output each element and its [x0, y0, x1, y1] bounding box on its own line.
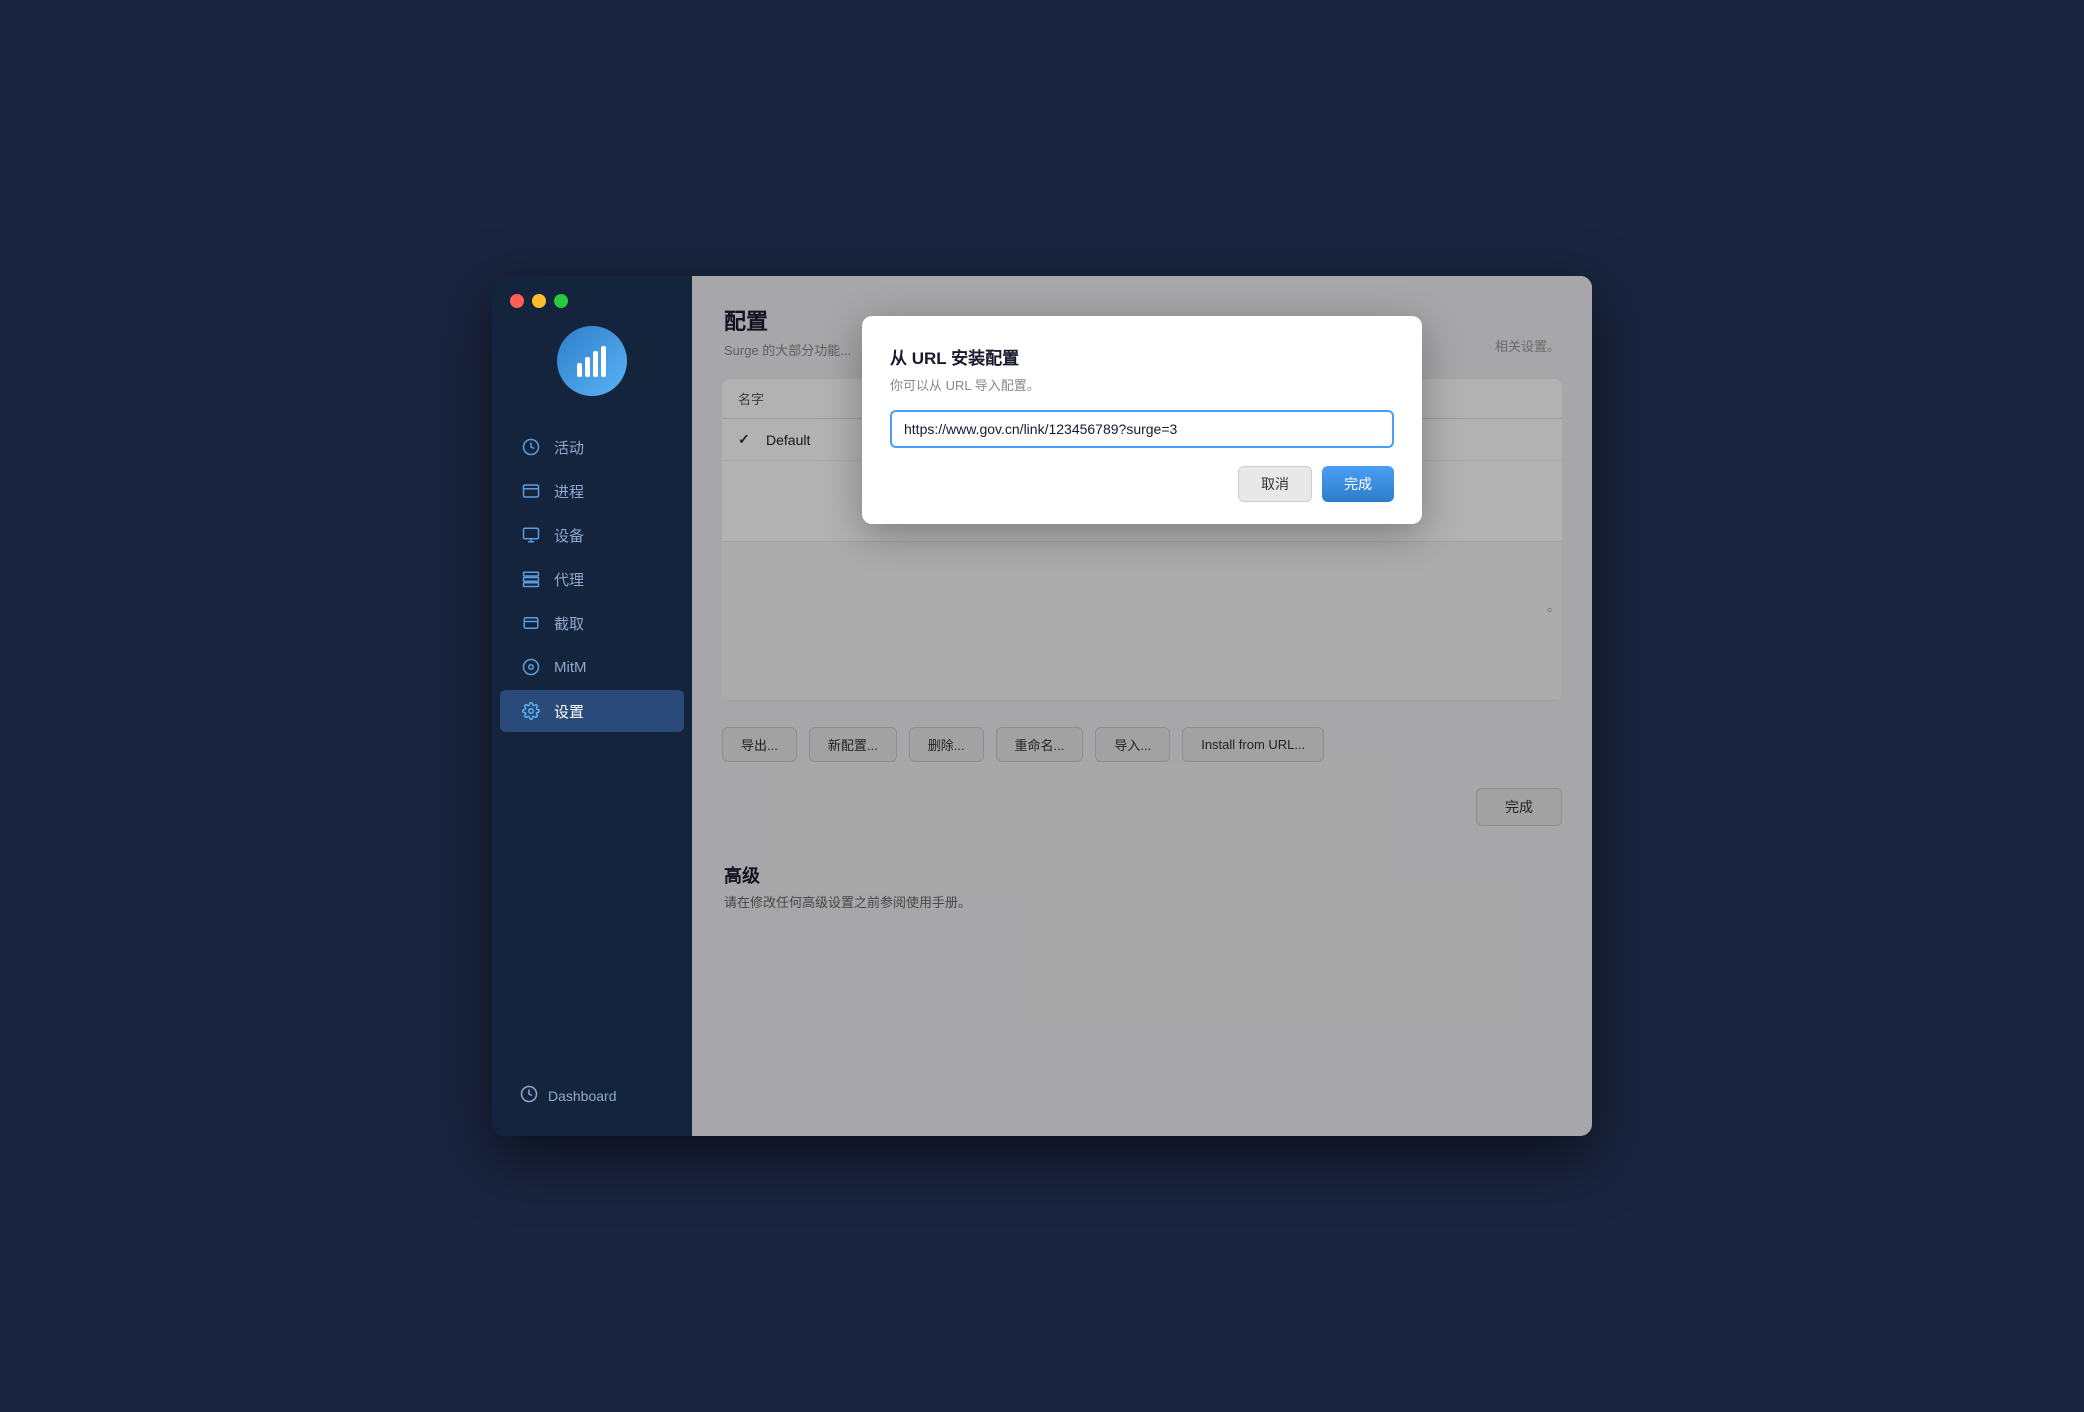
modal-backdrop: 从 URL 安装配置 你可以从 URL 导入配置。 取消 完成 — [692, 276, 1592, 1136]
sidebar-item-settings-label: 设置 — [554, 701, 584, 722]
maximize-button[interactable] — [554, 294, 568, 308]
modal-confirm-button[interactable]: 完成 — [1322, 466, 1394, 502]
sidebar-item-activity[interactable]: 活动 — [500, 426, 684, 468]
sidebar-item-proxy-label: 代理 — [554, 569, 584, 590]
sidebar-item-mitm[interactable]: MitM — [500, 646, 684, 688]
dashboard-item[interactable]: Dashboard — [500, 1075, 684, 1116]
sidebar-item-process[interactable]: 进程 — [500, 470, 684, 512]
nav-bottom: Dashboard — [492, 1075, 692, 1116]
minimize-button[interactable] — [532, 294, 546, 308]
app-window: 活动 进程 设备 — [492, 276, 1592, 1136]
traffic-lights — [510, 294, 568, 308]
window-icon — [520, 480, 542, 502]
sidebar-item-capture[interactable]: 截取 — [500, 602, 684, 644]
modal-title: 从 URL 安装配置 — [890, 344, 1394, 369]
dashboard-icon — [520, 1085, 538, 1106]
close-button[interactable] — [510, 294, 524, 308]
sidebar-item-proxy[interactable]: 代理 — [500, 558, 684, 600]
url-input[interactable] — [890, 410, 1394, 448]
sidebar-item-mitm-label: MitM — [554, 659, 587, 676]
gear-icon — [520, 700, 542, 722]
sidebar: 活动 进程 设备 — [492, 276, 692, 1136]
server-icon — [520, 568, 542, 590]
sidebar-item-settings[interactable]: 设置 — [500, 690, 684, 732]
gauge-icon — [520, 436, 542, 458]
sidebar-item-process-label: 进程 — [554, 481, 584, 502]
sidebar-item-activity-label: 活动 — [554, 437, 584, 458]
sidebar-item-device[interactable]: 设备 — [500, 514, 684, 556]
nav-items: 活动 进程 设备 — [492, 426, 692, 732]
lock-icon — [520, 656, 542, 678]
capture-icon — [520, 612, 542, 634]
app-logo — [557, 326, 627, 396]
sidebar-item-capture-label: 截取 — [554, 613, 584, 634]
main-content: 配置 Surge 的大部分功能... 名字 描述 ✓ Default 导出...… — [692, 276, 1592, 1136]
dashboard-label: Dashboard — [548, 1088, 617, 1104]
sidebar-item-device-label: 设备 — [554, 525, 584, 546]
monitor-icon — [520, 524, 542, 546]
modal-subtitle: 你可以从 URL 导入配置。 — [890, 375, 1394, 394]
modal-cancel-button[interactable]: 取消 — [1238, 466, 1312, 502]
modal-buttons: 取消 完成 — [890, 466, 1394, 502]
install-url-modal: 从 URL 安装配置 你可以从 URL 导入配置。 取消 完成 — [862, 316, 1422, 524]
